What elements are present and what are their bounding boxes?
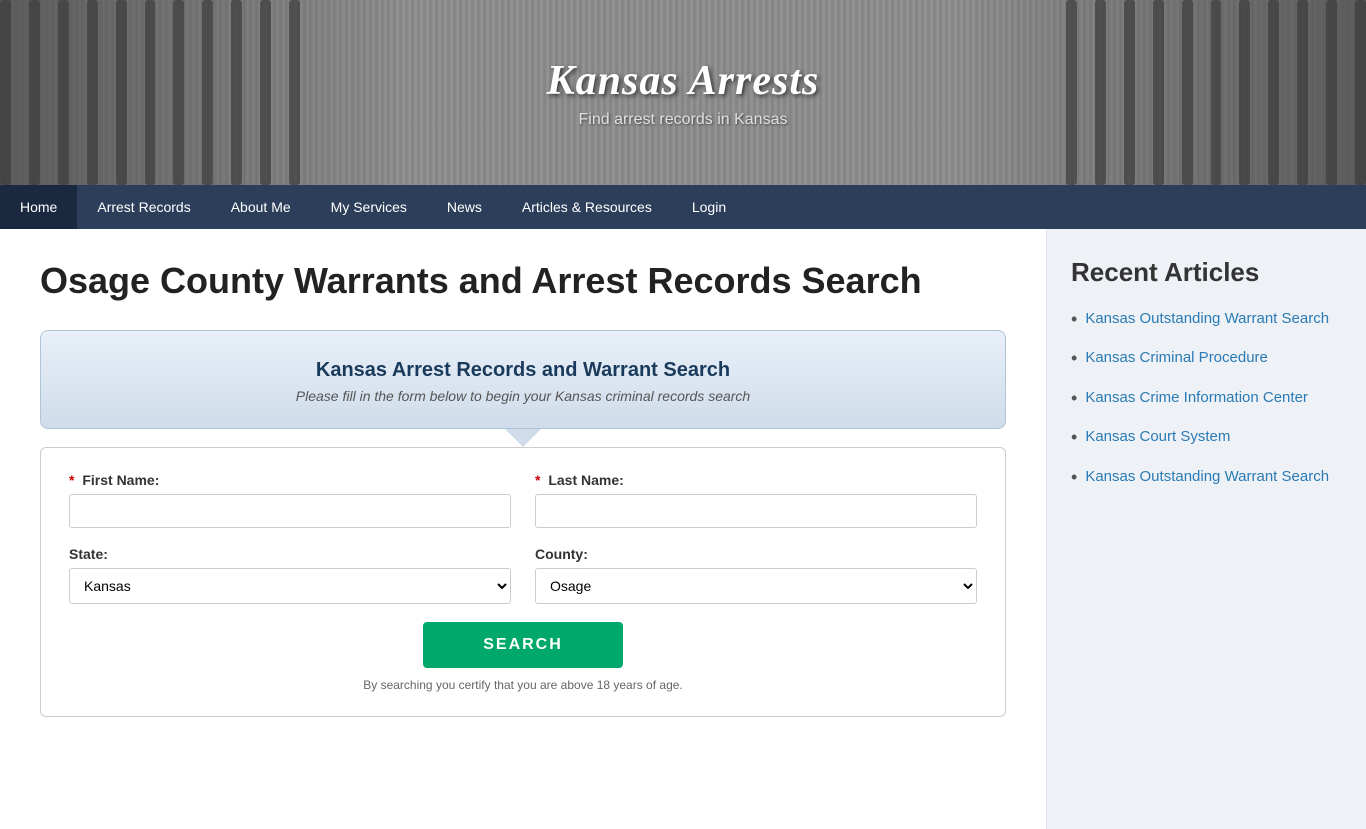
sidebar: Recent Articles • Kansas Outstanding War… — [1046, 229, 1366, 829]
last-name-required-star: * — [535, 472, 540, 488]
sidebar-article-link-4[interactable]: Kansas Court System — [1085, 426, 1230, 447]
nav-item-services[interactable]: My Services — [311, 185, 427, 229]
sidebar-article-link-1[interactable]: Kansas Outstanding Warrant Search — [1085, 308, 1329, 329]
card-subtitle: Please fill in the form below to begin y… — [71, 388, 975, 404]
nav-item-login[interactable]: Login — [672, 185, 746, 229]
bullet-icon-5: • — [1071, 466, 1077, 489]
nav-link-login[interactable]: Login — [672, 185, 746, 229]
nav-item-news[interactable]: News — [427, 185, 502, 229]
sidebar-article-link-5[interactable]: Kansas Outstanding Warrant Search — [1085, 466, 1329, 487]
search-button[interactable]: SEARCH — [423, 622, 623, 668]
nav-link-articles[interactable]: Articles & Resources — [502, 185, 672, 229]
card-arrow — [505, 429, 541, 447]
county-label: County: — [535, 546, 977, 562]
page-layout: Osage County Warrants and Arrest Records… — [0, 229, 1366, 829]
nav-item-articles[interactable]: Articles & Resources — [502, 185, 672, 229]
sidebar-article-4: • Kansas Court System — [1071, 426, 1342, 449]
sidebar-article-5: • Kansas Outstanding Warrant Search — [1071, 466, 1342, 489]
first-name-label: * First Name: — [69, 472, 511, 488]
site-title: Kansas Arrests — [547, 57, 820, 105]
page-title: Osage County Warrants and Arrest Records… — [40, 259, 1006, 302]
last-name-label: * Last Name: — [535, 472, 977, 488]
sidebar-article-link-2[interactable]: Kansas Criminal Procedure — [1085, 347, 1268, 368]
nav-item-arrest-records[interactable]: Arrest Records — [77, 185, 210, 229]
county-select[interactable]: Osage — [535, 568, 977, 604]
sidebar-title: Recent Articles — [1071, 257, 1342, 288]
bullet-icon-2: • — [1071, 347, 1077, 370]
form-disclaimer: By searching you certify that you are ab… — [69, 678, 977, 692]
first-name-required-star: * — [69, 472, 74, 488]
first-name-input[interactable] — [69, 494, 511, 528]
sidebar-article-link-3[interactable]: Kansas Crime Information Center — [1085, 387, 1308, 408]
last-name-group: * Last Name: — [535, 472, 977, 528]
hero-bars-left — [0, 0, 300, 185]
county-group: County: Osage — [535, 546, 977, 604]
nav-item-home[interactable]: Home — [0, 185, 77, 229]
nav-link-arrest-records[interactable]: Arrest Records — [77, 185, 210, 229]
main-nav: Home Arrest Records About Me My Services… — [0, 185, 1366, 229]
site-subtitle: Find arrest records in Kansas — [547, 111, 820, 129]
search-info-card: Kansas Arrest Records and Warrant Search… — [40, 330, 1006, 429]
nav-link-home[interactable]: Home — [0, 185, 77, 229]
nav-link-about-me[interactable]: About Me — [211, 185, 311, 229]
recent-articles-list: • Kansas Outstanding Warrant Search • Ka… — [1071, 308, 1342, 489]
bullet-icon-3: • — [1071, 387, 1077, 410]
sidebar-article-2: • Kansas Criminal Procedure — [1071, 347, 1342, 370]
main-content: Osage County Warrants and Arrest Records… — [0, 229, 1046, 829]
bullet-icon-4: • — [1071, 426, 1077, 449]
hero-banner: Kansas Arrests Find arrest records in Ka… — [0, 0, 1366, 185]
hero-bars-right — [1066, 0, 1366, 185]
nav-link-services[interactable]: My Services — [311, 185, 427, 229]
state-label: State: — [69, 546, 511, 562]
sidebar-article-3: • Kansas Crime Information Center — [1071, 387, 1342, 410]
location-row: State: Kansas County: Osage — [69, 546, 977, 604]
search-form-container: * First Name: * Last Name: State: — [40, 447, 1006, 717]
state-select[interactable]: Kansas — [69, 568, 511, 604]
last-name-input[interactable] — [535, 494, 977, 528]
nav-item-about-me[interactable]: About Me — [211, 185, 311, 229]
sidebar-article-1: • Kansas Outstanding Warrant Search — [1071, 308, 1342, 331]
bullet-icon-1: • — [1071, 308, 1077, 331]
card-title: Kansas Arrest Records and Warrant Search — [71, 359, 975, 382]
first-name-group: * First Name: — [69, 472, 511, 528]
nav-link-news[interactable]: News — [427, 185, 502, 229]
name-row: * First Name: * Last Name: — [69, 472, 977, 528]
state-group: State: Kansas — [69, 546, 511, 604]
